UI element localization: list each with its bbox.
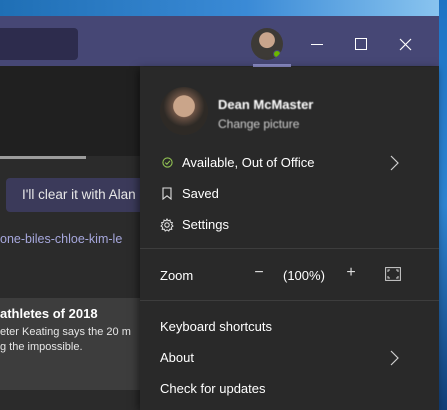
minimize-button[interactable] bbox=[302, 30, 332, 58]
menu-divider bbox=[140, 248, 439, 249]
card-description-line: eter Keating says the 20 m bbox=[0, 326, 131, 338]
gear-icon bbox=[160, 217, 174, 232]
bookmark-icon bbox=[160, 187, 174, 201]
chevron-right-icon bbox=[390, 155, 399, 171]
close-button[interactable] bbox=[390, 30, 420, 58]
suggested-reply-button[interactable]: I'll clear it with Alan bbox=[6, 178, 146, 212]
saved-label: Saved bbox=[182, 186, 219, 201]
status-label: Available, Out of Office bbox=[182, 155, 315, 170]
keyboard-shortcuts-label: Keyboard shortcuts bbox=[160, 319, 273, 334]
maximize-button[interactable] bbox=[346, 30, 376, 58]
menu-item-saved[interactable]: Saved bbox=[140, 178, 439, 209]
menu-item-check-updates[interactable]: Check for updates bbox=[140, 373, 439, 404]
profile-menu: Dean McMaster Change picture Available, … bbox=[140, 67, 439, 410]
message-link[interactable]: one-biles-chloe-kim-le bbox=[0, 232, 140, 246]
zoom-reset-icon[interactable] bbox=[385, 267, 401, 281]
menu-item-about[interactable]: About bbox=[140, 342, 439, 373]
zoom-level: (100%) bbox=[283, 268, 325, 283]
desktop-wallpaper bbox=[0, 0, 447, 16]
status-available-icon bbox=[273, 50, 281, 58]
card-description-line: g the impossible. bbox=[0, 341, 83, 353]
message-panel bbox=[0, 66, 140, 156]
scroll-indicator bbox=[0, 156, 86, 159]
chevron-right-icon bbox=[390, 350, 399, 366]
menu-item-status[interactable]: Available, Out of Office bbox=[140, 147, 439, 178]
zoom-label: Zoom bbox=[160, 268, 194, 283]
profile-avatar-button[interactable] bbox=[251, 28, 283, 60]
card-title: athletes of 2018 bbox=[0, 306, 98, 321]
zoom-control: Zoom − (100%) + bbox=[140, 260, 439, 290]
profile-picture[interactable] bbox=[160, 87, 208, 135]
profile-header: Dean McMaster Change picture bbox=[140, 67, 439, 147]
close-icon bbox=[399, 38, 411, 50]
maximize-icon bbox=[355, 38, 367, 50]
menu-item-keyboard-shortcuts[interactable]: Keyboard shortcuts bbox=[140, 311, 439, 342]
status-available-icon bbox=[160, 156, 174, 170]
zoom-out-button[interactable]: − bbox=[250, 264, 268, 286]
minimize-icon bbox=[311, 43, 323, 45]
search-input[interactable] bbox=[0, 28, 78, 60]
change-picture-link[interactable]: Change picture bbox=[218, 117, 299, 131]
menu-item-settings[interactable]: Settings bbox=[140, 209, 439, 240]
desktop-wallpaper-edge bbox=[439, 0, 447, 410]
check-updates-label: Check for updates bbox=[160, 381, 266, 396]
profile-name: Dean McMaster bbox=[218, 97, 314, 112]
zoom-in-button[interactable]: + bbox=[342, 264, 360, 286]
menu-divider bbox=[140, 300, 439, 301]
settings-label: Settings bbox=[182, 217, 229, 232]
